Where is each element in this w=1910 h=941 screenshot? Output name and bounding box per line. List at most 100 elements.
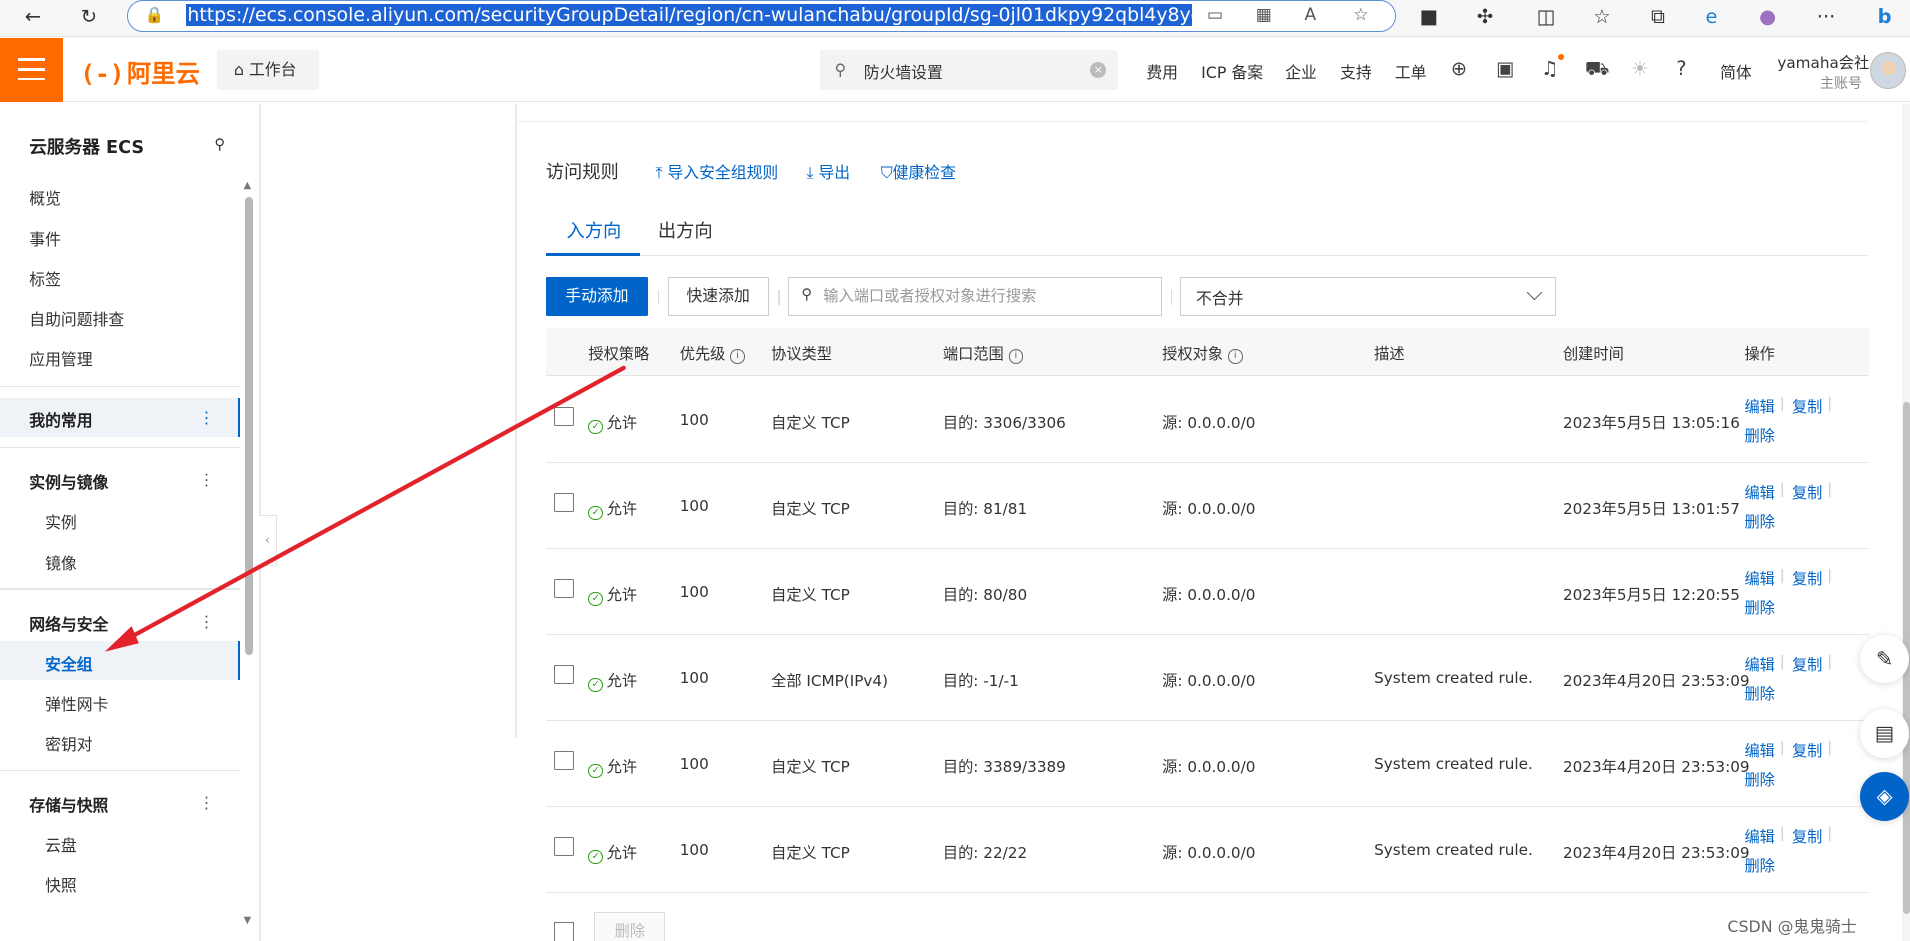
edit-icon[interactable]: ✎ xyxy=(1860,634,1909,684)
sidebar-item-instances[interactable]: 实例 xyxy=(45,510,77,533)
row-checkbox[interactable] xyxy=(554,750,574,771)
sidebar-item-overview[interactable]: 概览 xyxy=(29,186,61,209)
row-checkbox[interactable] xyxy=(554,664,574,685)
copy-rule-link[interactable]: 复制 xyxy=(1792,567,1822,589)
sidebar-item-tags[interactable]: 标签 xyxy=(29,267,61,290)
clear-icon[interactable]: × xyxy=(1090,62,1107,78)
help-icon[interactable]: ? xyxy=(1676,57,1686,80)
edit-rule-link[interactable]: 编辑 xyxy=(1744,739,1774,761)
more-vertical-icon[interactable]: ⋮ xyxy=(199,408,215,427)
health-check-link[interactable]: ⛉健康检查 xyxy=(881,160,956,183)
sidebar-item-snapshots[interactable]: 快照 xyxy=(45,873,77,896)
row-checkbox[interactable] xyxy=(554,578,574,599)
address-bar[interactable]: 🔒 https://ecs.console.aliyun.com/securit… xyxy=(126,0,1397,32)
language-switch[interactable]: 简体 xyxy=(1720,60,1752,83)
row-checkbox[interactable] xyxy=(554,492,574,513)
sidebar-item-eni[interactable]: 弹性网卡 xyxy=(45,692,108,715)
profile-icon[interactable]: ● xyxy=(1754,4,1781,31)
apps-icon[interactable]: ◈ xyxy=(1860,772,1909,822)
copy-rule-link[interactable]: 复制 xyxy=(1792,395,1822,417)
info-icon[interactable]: i xyxy=(1008,349,1024,364)
rule-search-field[interactable]: ⚲ xyxy=(788,276,1163,316)
quick-add-button[interactable]: 快速添加 xyxy=(667,276,769,316)
back-icon[interactable]: ← xyxy=(19,4,46,31)
manual-add-button[interactable]: 手动添加 xyxy=(545,276,649,316)
workbench-button[interactable]: ⌂ 工作台 xyxy=(216,49,320,91)
edit-rule-link[interactable]: 编辑 xyxy=(1744,653,1774,675)
collapse-sidebar-button[interactable]: ‹ xyxy=(259,515,277,567)
extension-icon[interactable]: ■ xyxy=(1416,4,1443,31)
more-vertical-icon[interactable]: ⋮ xyxy=(199,612,215,631)
copy-rule-link[interactable]: 复制 xyxy=(1792,739,1822,761)
sidebar-group-favorites[interactable]: 我的常用 xyxy=(29,408,92,431)
logo[interactable]: (-) 阿里云 xyxy=(80,55,200,90)
tab-inbound[interactable]: 入方向 xyxy=(566,217,621,243)
robot-icon[interactable]: ⊕ xyxy=(1451,57,1467,80)
user-name[interactable]: yamaha会社 xyxy=(1777,51,1869,73)
more-vertical-icon[interactable]: ⋮ xyxy=(199,470,215,489)
nav-link-icp[interactable]: ICP 备案 xyxy=(1201,60,1263,83)
apps-grid-icon[interactable]: ▦ xyxy=(1256,5,1272,25)
delete-rule-link[interactable]: 删除 xyxy=(1744,854,1774,876)
tab-outbound[interactable]: 出方向 xyxy=(658,217,713,243)
edit-rule-link[interactable]: 编辑 xyxy=(1744,395,1774,417)
sidebar-group-instances[interactable]: 实例与镜像 xyxy=(29,470,108,493)
bulk-delete-button[interactable]: 删除 xyxy=(594,912,666,941)
delete-rule-link[interactable]: 删除 xyxy=(1744,682,1774,704)
info-icon[interactable]: i xyxy=(730,349,745,364)
delete-rule-link[interactable]: 删除 xyxy=(1744,424,1774,446)
sidebar-group-storage[interactable]: 存储与快照 xyxy=(29,793,108,816)
sidebar-item-images[interactable]: 镜像 xyxy=(45,551,77,574)
delete-rule-link[interactable]: 删除 xyxy=(1744,768,1774,790)
cast-icon[interactable]: ▭ xyxy=(1207,5,1223,25)
scroll-up-icon[interactable]: ▲ xyxy=(244,180,252,191)
nav-link-support[interactable]: 支持 xyxy=(1340,60,1372,83)
edit-rule-link[interactable]: 编辑 xyxy=(1744,567,1774,589)
copy-rule-link[interactable]: 复制 xyxy=(1792,481,1822,503)
menu-icon[interactable] xyxy=(0,37,64,103)
sidebar-scrollbar[interactable] xyxy=(244,197,254,656)
chat-icon[interactable]: ▤ xyxy=(1860,708,1909,758)
sidebar-item-security-group[interactable]: 安全组 xyxy=(45,652,93,675)
sidebar-group-network[interactable]: 网络与安全 xyxy=(29,612,108,635)
row-checkbox[interactable] xyxy=(554,836,574,857)
global-search-input[interactable]: ⚲ 防火墙设置 × xyxy=(819,49,1119,91)
merge-select[interactable]: 不合并 xyxy=(1180,276,1556,316)
nav-link-fees[interactable]: 费用 xyxy=(1146,60,1178,83)
sidebar-item-keypair[interactable]: 密钥对 xyxy=(45,732,93,755)
terminal-icon[interactable]: ▣ xyxy=(1496,57,1514,80)
nav-link-ticket[interactable]: 工单 xyxy=(1395,60,1427,83)
bulb-icon[interactable]: ☀ xyxy=(1631,57,1648,80)
read-aloud-icon[interactable]: A xyxy=(1304,5,1316,25)
delete-rule-link[interactable]: 删除 xyxy=(1744,510,1774,532)
collections-icon[interactable]: ⧉ xyxy=(1645,4,1672,31)
sidebar-item-app-management[interactable]: 应用管理 xyxy=(29,347,92,370)
sidebar-item-events[interactable]: 事件 xyxy=(29,227,61,250)
bell-icon[interactable]: ♫ xyxy=(1541,57,1558,80)
copy-rule-link[interactable]: 复制 xyxy=(1792,825,1822,847)
rule-search-input[interactable] xyxy=(823,284,1153,307)
bing-icon[interactable]: b xyxy=(1871,4,1898,31)
cart-icon[interactable]: ⛟ xyxy=(1585,57,1610,83)
refresh-icon[interactable]: ↻ xyxy=(76,4,103,31)
favorite-star-icon[interactable]: ☆ xyxy=(1353,5,1368,25)
copy-rule-link[interactable]: 复制 xyxy=(1792,653,1822,675)
sidebar-item-troubleshoot[interactable]: 自助问题排查 xyxy=(29,307,124,330)
select-all-checkbox[interactable] xyxy=(554,922,574,941)
export-link[interactable]: ⤓ 导出 xyxy=(806,160,850,183)
edit-rule-link[interactable]: 编辑 xyxy=(1744,481,1774,503)
nav-link-enterprise[interactable]: 企业 xyxy=(1285,60,1317,83)
more-vertical-icon[interactable]: ⋮ xyxy=(199,793,215,812)
avatar[interactable] xyxy=(1869,52,1907,89)
ie-icon[interactable]: e xyxy=(1698,4,1725,31)
search-icon[interactable]: ⚲ xyxy=(214,136,225,153)
info-icon[interactable]: i xyxy=(1227,349,1243,364)
edit-rule-link[interactable]: 编辑 xyxy=(1744,825,1774,847)
delete-rule-link[interactable]: 删除 xyxy=(1744,596,1774,618)
more-icon[interactable]: ··· xyxy=(1813,4,1840,31)
url-text[interactable]: https://ecs.console.aliyun.com/securityG… xyxy=(186,3,1193,27)
row-checkbox[interactable] xyxy=(554,406,574,427)
split-screen-icon[interactable]: ◫ xyxy=(1532,4,1559,31)
puzzle-icon[interactable]: ✣ xyxy=(1472,4,1499,31)
favorites-icon[interactable]: ☆ xyxy=(1589,4,1616,31)
